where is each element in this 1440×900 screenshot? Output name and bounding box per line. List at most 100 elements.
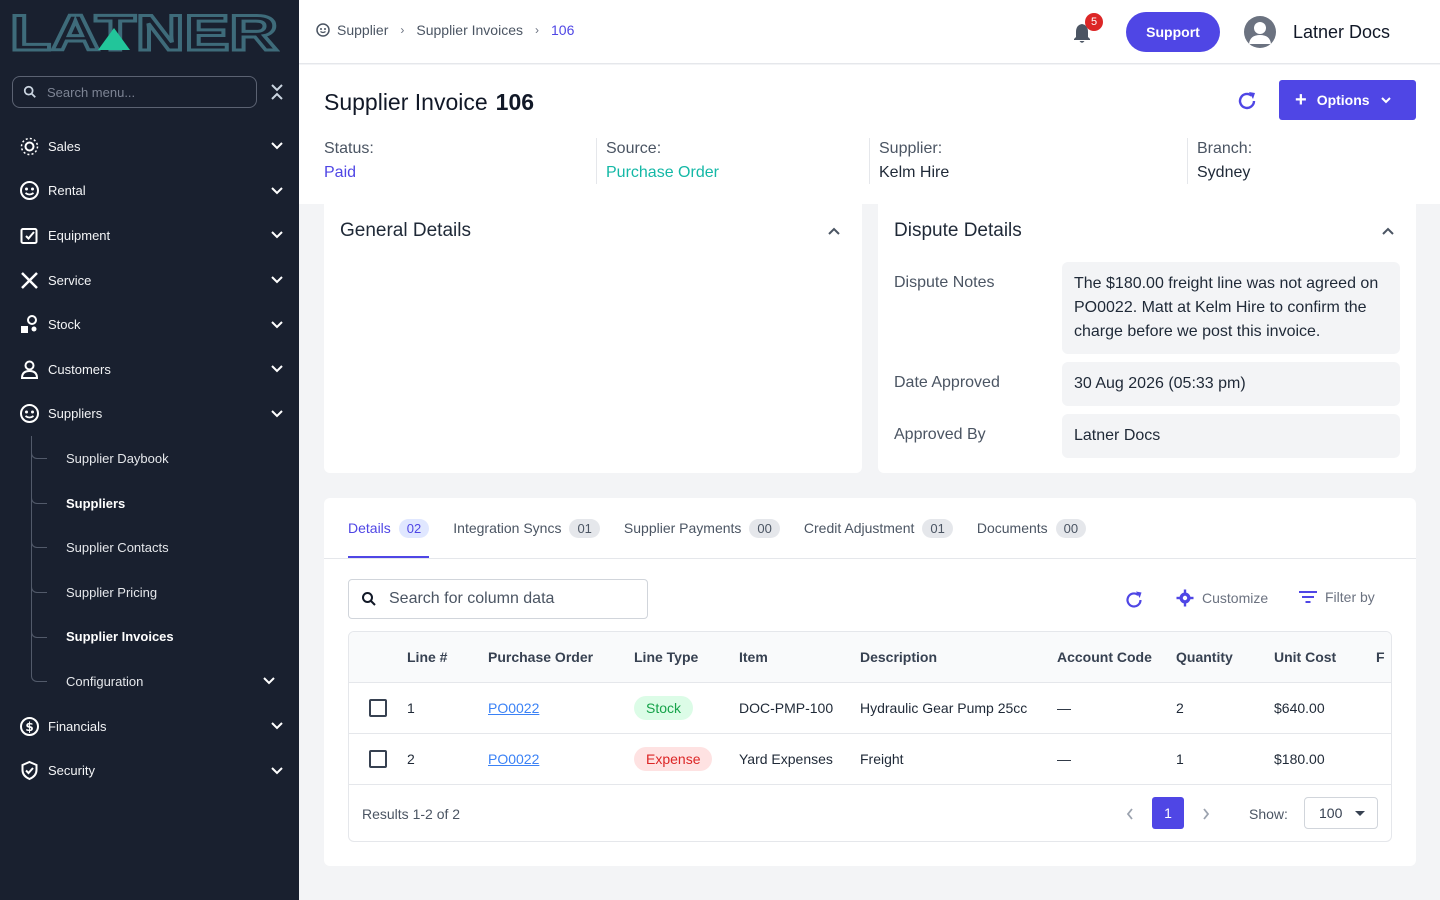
sidebar-item-sales[interactable]: Sales	[0, 124, 299, 169]
supplier-icon	[316, 23, 330, 37]
row-checkbox[interactable]	[369, 698, 387, 717]
sidebar-subitem-suppliers[interactable]: Suppliers	[0, 480, 299, 526]
refresh-icon[interactable]	[1236, 90, 1258, 112]
row-checkbox[interactable]	[369, 749, 387, 768]
options-button[interactable]: + Options	[1279, 80, 1416, 120]
table-row[interactable]: 1 PO0022 Stock DOC-PMP-100 Hydraulic Gea…	[349, 682, 1391, 733]
page-size-value: 100	[1319, 805, 1343, 821]
chevron-right-icon[interactable]	[1201, 807, 1211, 821]
top-bar: Supplier › Supplier Invoices › 106 5 Sup…	[299, 0, 1440, 64]
tree-branch	[31, 569, 47, 593]
column-header-quantity[interactable]: Quantity	[1176, 632, 1274, 682]
column-header-line[interactable]: Line #	[407, 632, 488, 682]
pagination-current-page[interactable]: 1	[1152, 797, 1184, 829]
breadcrumb-supplier[interactable]: Supplier	[337, 22, 388, 38]
sidebar-subitem-supplier-pricing[interactable]: Supplier Pricing	[0, 569, 299, 615]
chevron-down-icon	[271, 410, 283, 418]
sidebar-item-label: Customers	[48, 361, 111, 377]
table-row[interactable]: 2 PO0022 Expense Yard Expenses Freight —…	[349, 733, 1391, 784]
tab-bar: Details 02 Integration Syncs 01 Supplier…	[348, 498, 1087, 558]
sidebar-nav: Sales Rental Equipment Service Stock Cus…	[0, 124, 299, 793]
avatar[interactable]	[1244, 16, 1276, 48]
tab-count-badge: 00	[749, 518, 780, 538]
latner-logo[interactable]: LATNER	[10, 10, 280, 54]
line-type-cell: Expense	[634, 733, 739, 784]
status-label: Status:	[324, 140, 374, 157]
unit-cost-cell: $640.00	[1274, 699, 1325, 716]
tab-credit-adjustment[interactable]: Credit Adjustment 01	[804, 498, 953, 558]
sidebar-item-customers[interactable]: Customers	[0, 347, 299, 392]
tab-supplier-payments[interactable]: Supplier Payments 00	[624, 498, 780, 558]
filter-button[interactable]: Filter by	[1299, 589, 1375, 605]
sidebar-subitem-supplier-daybook[interactable]: Supplier Daybook	[0, 436, 299, 481]
gear-icon	[1176, 589, 1194, 607]
divider	[869, 138, 870, 184]
column-header-account-code[interactable]: Account Code	[1057, 632, 1176, 682]
sidebar-item-rental[interactable]: Rental	[0, 169, 299, 214]
source-field: Source: Purchase Order	[606, 140, 719, 182]
column-header-line-type[interactable]: Line Type	[634, 632, 739, 682]
sidebar-item-stock[interactable]: Stock	[0, 302, 299, 347]
tab-details[interactable]: Details 02	[348, 498, 430, 558]
dispute-details-title: Dispute Details	[894, 220, 1022, 241]
sidebar-item-security[interactable]: Security	[0, 748, 299, 793]
sales-icon	[19, 136, 40, 157]
breadcrumb: Supplier › Supplier Invoices › 106	[316, 22, 574, 38]
support-button[interactable]: Support	[1126, 12, 1220, 52]
purchase-order-link[interactable]: PO0022	[488, 751, 539, 767]
menu-search-placeholder: Search menu...	[47, 84, 136, 100]
financials-icon: $	[19, 716, 40, 737]
page-size-select[interactable]: 100	[1304, 797, 1378, 829]
purchase-order-link[interactable]: PO0022	[488, 700, 539, 716]
svg-text:LATNER: LATNER	[10, 10, 278, 54]
table-header-row: Line # Purchase Order Line Type Item Des…	[349, 632, 1391, 682]
column-search-input[interactable]: Search for column data	[348, 579, 648, 619]
invoice-number: 106	[495, 89, 535, 115]
sidebar-subitem-configuration[interactable]: Configuration	[0, 659, 299, 704]
sidebar-item-label: Security	[48, 763, 95, 779]
sidebar-item-service[interactable]: Service	[0, 258, 299, 303]
caret-down-icon	[1355, 811, 1365, 816]
approved-by-value: Latner Docs	[1062, 414, 1400, 458]
results-count: Results 1-2 of 2	[362, 806, 461, 822]
collapse-sidebar-icon[interactable]	[268, 82, 286, 102]
sidebar-subitem-supplier-invoices[interactable]: Supplier Invoices	[0, 614, 299, 660]
sidebar-subitem-supplier-contacts[interactable]: Supplier Contacts	[0, 525, 299, 570]
column-search-placeholder: Search for column data	[389, 590, 555, 607]
sidebar-item-suppliers[interactable]: Suppliers	[0, 392, 299, 437]
dispute-notes-label: Dispute Notes	[894, 274, 995, 291]
user-icon	[1249, 22, 1271, 44]
chevron-left-icon[interactable]	[1125, 807, 1135, 821]
sidebar-item-label: Stock	[48, 317, 81, 333]
item-cell: Yard Expenses	[739, 750, 833, 767]
line-type-cell: Stock	[634, 682, 739, 733]
refresh-icon[interactable]	[1124, 590, 1144, 610]
column-header-purchase-order[interactable]: Purchase Order	[488, 632, 634, 682]
sidebar-item-label: Rental	[48, 183, 86, 199]
column-header-description[interactable]: Description	[860, 632, 1057, 682]
tab-count-badge: 01	[569, 518, 600, 538]
column-header-item[interactable]: Item	[739, 632, 860, 682]
tree-branch	[31, 480, 47, 504]
customers-icon	[19, 359, 40, 380]
chevron-up-icon[interactable]	[827, 224, 841, 238]
approved-by-label: Approved By	[894, 426, 986, 443]
chevron-up-icon[interactable]	[1381, 224, 1395, 238]
tab-documents[interactable]: Documents 00	[977, 498, 1087, 558]
sidebar-item-financials[interactable]: $ Financials	[0, 704, 299, 749]
breadcrumb-supplier-invoices[interactable]: Supplier Invoices	[416, 22, 523, 38]
item-cell: DOC-PMP-100	[739, 699, 834, 716]
sidebar-subitem-label: Supplier Contacts	[66, 540, 169, 556]
source-value[interactable]: Purchase Order	[606, 164, 719, 182]
customize-button[interactable]: Customize	[1176, 589, 1268, 607]
column-header-unit-cost[interactable]: Unit Cost	[1274, 632, 1376, 682]
dispute-details-card: Dispute Details Dispute Notes The $180.0…	[878, 204, 1416, 473]
page-title-text: Supplier Invoice	[324, 89, 488, 115]
menu-search-input[interactable]: Search menu...	[12, 76, 257, 108]
equipment-icon	[19, 225, 40, 246]
status-value: Paid	[324, 164, 357, 181]
column-header-truncated[interactable]: F	[1376, 632, 1391, 682]
user-name[interactable]: Latner Docs	[1293, 22, 1390, 43]
tab-integration-syncs[interactable]: Integration Syncs 01	[453, 498, 600, 558]
sidebar-item-equipment[interactable]: Equipment	[0, 213, 299, 258]
